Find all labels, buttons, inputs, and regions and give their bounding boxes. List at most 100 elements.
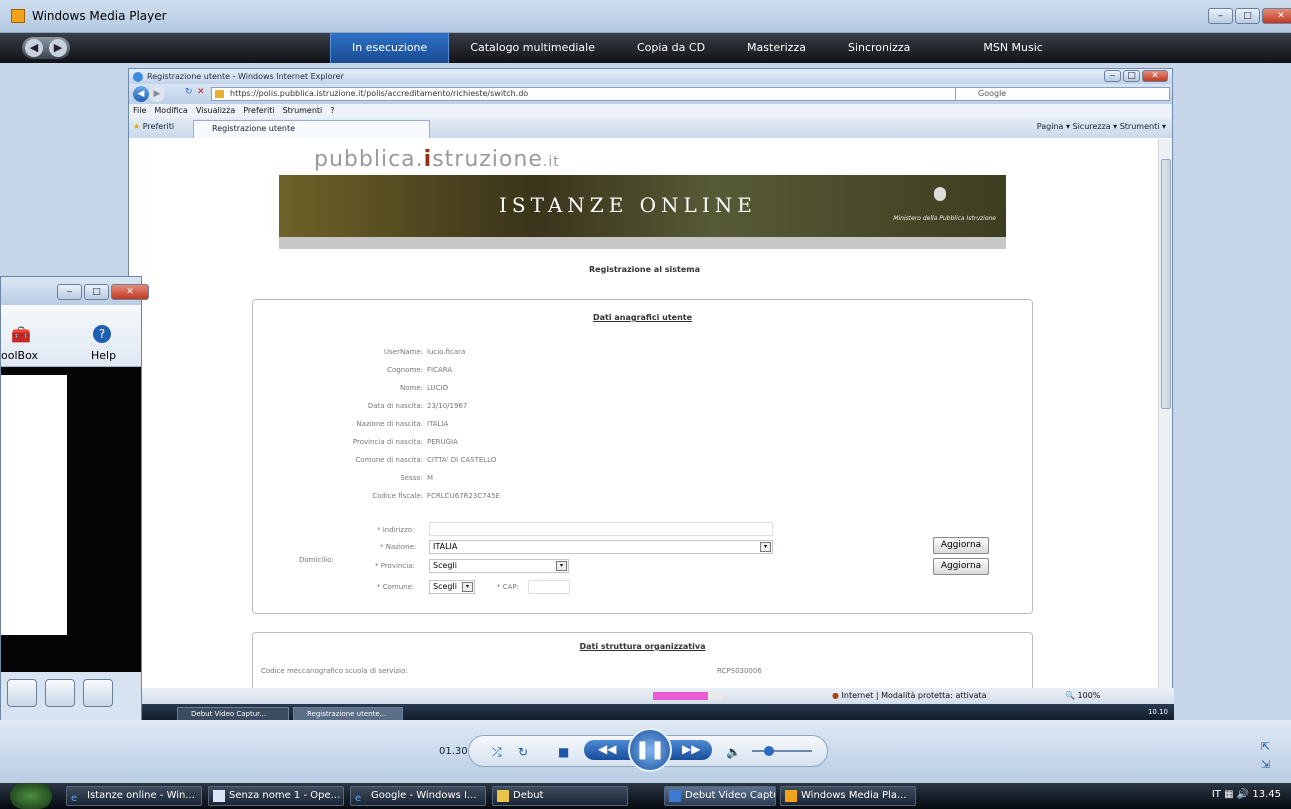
forward-icon[interactable]: ▶ bbox=[49, 39, 67, 57]
indirizzo-label: * Indirizzo: bbox=[377, 526, 415, 534]
previous-icon[interactable]: ◀◀ bbox=[598, 742, 616, 756]
cap-input[interactable] bbox=[528, 580, 570, 594]
back-icon[interactable]: ◀ bbox=[133, 86, 149, 102]
language-indicator[interactable]: IT bbox=[1212, 789, 1221, 800]
search-input[interactable]: Google bbox=[955, 87, 1170, 101]
task-senza-nome[interactable]: Senza nome 1 - Ope... bbox=[208, 786, 344, 806]
tab-masterizza[interactable]: Masterizza bbox=[726, 33, 827, 63]
shuffle-icon[interactable]: ⤮ bbox=[492, 745, 502, 760]
menu-file[interactable]: File bbox=[133, 104, 146, 118]
menu-visualizza[interactable]: Visualizza bbox=[196, 104, 235, 118]
ie-favorites-bar: ★ Preferiti Registrazione utente Pagina … bbox=[129, 118, 1172, 138]
maximize-icon[interactable]: □ bbox=[1123, 70, 1140, 82]
field-row: Nome: LUCIO bbox=[253, 384, 448, 392]
ie-window: Registrazione utente - Windows Internet … bbox=[128, 68, 1174, 724]
pause-button[interactable]: ❚❚ bbox=[628, 728, 672, 772]
zoom-value: 100% bbox=[1077, 691, 1101, 700]
wmp-controls: 01.30 ⤮ ↻ ■ ◀◀ ▶▶ ❚❚ 🔈 ⇱ ⇲ bbox=[0, 720, 1291, 783]
chevron-down-icon[interactable]: ▾ bbox=[556, 561, 567, 571]
close-icon[interactable]: ✕ bbox=[1262, 8, 1291, 24]
maximize-icon[interactable]: □ bbox=[1235, 8, 1260, 24]
menu-modifica[interactable]: Modifica bbox=[154, 104, 187, 118]
volume-icon[interactable]: 🔈 bbox=[726, 745, 741, 759]
compact-mode-icon[interactable]: ⇱ bbox=[1261, 740, 1270, 753]
tab-in-esecuzione[interactable]: In esecuzione bbox=[330, 33, 450, 63]
zoom-icon: 🔍 bbox=[1065, 691, 1075, 700]
field-value: FCRLCU67R23C745E bbox=[427, 492, 501, 500]
tab-registrazione[interactable]: Registrazione utente bbox=[193, 120, 430, 138]
scrollbar-thumb[interactable] bbox=[1161, 159, 1171, 409]
tab-msn-music[interactable]: MSN Music bbox=[931, 33, 1064, 63]
menu-preferiti[interactable]: Preferiti bbox=[243, 104, 274, 118]
menu-help[interactable]: ? bbox=[330, 104, 334, 118]
color-icon[interactable] bbox=[7, 679, 37, 707]
taskbar-clock[interactable]: 13.45 bbox=[1252, 789, 1281, 800]
task-wmp[interactable]: Windows Media Pla... bbox=[780, 786, 916, 806]
minimize-icon[interactable]: ‒ bbox=[1104, 70, 1121, 82]
close-icon[interactable]: ✕ bbox=[111, 284, 149, 300]
comune-select[interactable]: Scegli ▾ bbox=[429, 580, 475, 594]
field-row: Comune di nascita: CITTA' DI CASTELLO bbox=[253, 456, 496, 464]
zoom-control[interactable]: 🔍 100% bbox=[1065, 688, 1100, 704]
tab-label: Registrazione utente bbox=[212, 124, 296, 133]
minimize-icon[interactable]: ‒ bbox=[57, 284, 82, 300]
tab-catalogo[interactable]: Catalogo multimediale bbox=[449, 33, 616, 63]
aggiorna-button-provincia[interactable]: Aggiorna bbox=[933, 558, 989, 575]
ie-back-forward: ◀ ▶ bbox=[133, 86, 165, 102]
aggiorna-button-nazione[interactable]: Aggiorna bbox=[933, 537, 989, 554]
wmp-title-bar: Windows Media Player ‒ □ ✕ bbox=[0, 0, 1291, 33]
help-icon[interactable]: ? bbox=[93, 325, 111, 343]
indirizzo-input[interactable] bbox=[429, 522, 773, 536]
task-debut-video[interactable]: Debut Video Captur... bbox=[664, 786, 776, 806]
volume-slider[interactable] bbox=[752, 746, 812, 756]
task-debut[interactable]: Debut bbox=[492, 786, 628, 806]
volume-icon[interactable]: 🔊 bbox=[1237, 789, 1253, 800]
url-input[interactable]: https://polis.pubblica.istruzione.it/pol… bbox=[211, 87, 1011, 101]
preview-area bbox=[1, 367, 141, 672]
star-icon: ★ bbox=[133, 122, 141, 131]
back-icon[interactable]: ◀ bbox=[25, 39, 43, 57]
nazione-select[interactable]: ITALIA ▾ bbox=[429, 540, 773, 554]
tab-copia-cd[interactable]: Copia da CD bbox=[616, 33, 726, 63]
cap-label: * CAP: bbox=[497, 583, 519, 591]
progress-bar bbox=[653, 692, 723, 700]
region-icon[interactable] bbox=[45, 679, 75, 707]
left-window-controls: ‒ □ ✕ bbox=[57, 284, 149, 300]
field-value: 23/10/1967 bbox=[427, 402, 468, 410]
switch-mode-icon[interactable]: ⇲ bbox=[1261, 758, 1270, 771]
field-value: lucio.ficara bbox=[427, 348, 466, 356]
stop-icon[interactable]: ✕ bbox=[197, 87, 205, 97]
field-label: Comune di nascita: bbox=[355, 456, 423, 464]
task-label: Senza nome 1 - Ope... bbox=[229, 790, 341, 801]
field-row: Provincia di nascita: PERUGIA bbox=[253, 438, 458, 446]
chevron-down-icon[interactable]: ▾ bbox=[462, 582, 473, 592]
ie-scrollbar[interactable] bbox=[1158, 139, 1172, 688]
task-google[interactable]: e Google - Windows I... bbox=[350, 786, 486, 806]
document-icon bbox=[213, 790, 225, 802]
start-button[interactable] bbox=[10, 783, 52, 809]
menu-strumenti[interactable]: Strumenti bbox=[283, 104, 323, 118]
task-istanze[interactable]: e Istanze online - Win... bbox=[66, 786, 202, 806]
repeat-icon[interactable]: ↻ bbox=[518, 745, 528, 759]
banner-strip bbox=[279, 237, 1006, 249]
next-icon[interactable]: ▶▶ bbox=[682, 742, 700, 756]
chevron-down-icon[interactable]: ▾ bbox=[760, 542, 771, 552]
field-row: Cognome: FICARA bbox=[253, 366, 452, 374]
close-icon[interactable]: ✕ bbox=[1142, 70, 1168, 82]
refresh-icon[interactable]: ↻ bbox=[185, 87, 193, 97]
fieldset-struttura: Dati struttura organizzativa Codice mecc… bbox=[252, 632, 1033, 688]
legend-struttura: Dati struttura organizzativa bbox=[579, 642, 706, 651]
toolbox-icon[interactable]: 🧰 bbox=[11, 325, 31, 344]
network-icon[interactable]: ▦ bbox=[1224, 789, 1237, 800]
stop-icon[interactable]: ■ bbox=[558, 745, 569, 759]
tab-sincronizza[interactable]: Sincronizza bbox=[827, 33, 931, 63]
volume-thumb[interactable] bbox=[764, 746, 774, 756]
maximize-icon[interactable]: □ bbox=[84, 284, 109, 300]
command-bar[interactable]: Pagina ▾ Sicurezza ▾ Strumenti ▾ bbox=[1037, 122, 1166, 131]
minimize-icon[interactable]: ‒ bbox=[1208, 8, 1233, 24]
provincia-select[interactable]: Scegli ▾ bbox=[429, 559, 569, 573]
forward-icon[interactable]: ▶ bbox=[149, 86, 165, 102]
field-row: UserName: lucio.ficara bbox=[253, 348, 465, 356]
favorites-button[interactable]: ★ Preferiti bbox=[133, 122, 174, 131]
fullscreen-icon[interactable] bbox=[83, 679, 113, 707]
